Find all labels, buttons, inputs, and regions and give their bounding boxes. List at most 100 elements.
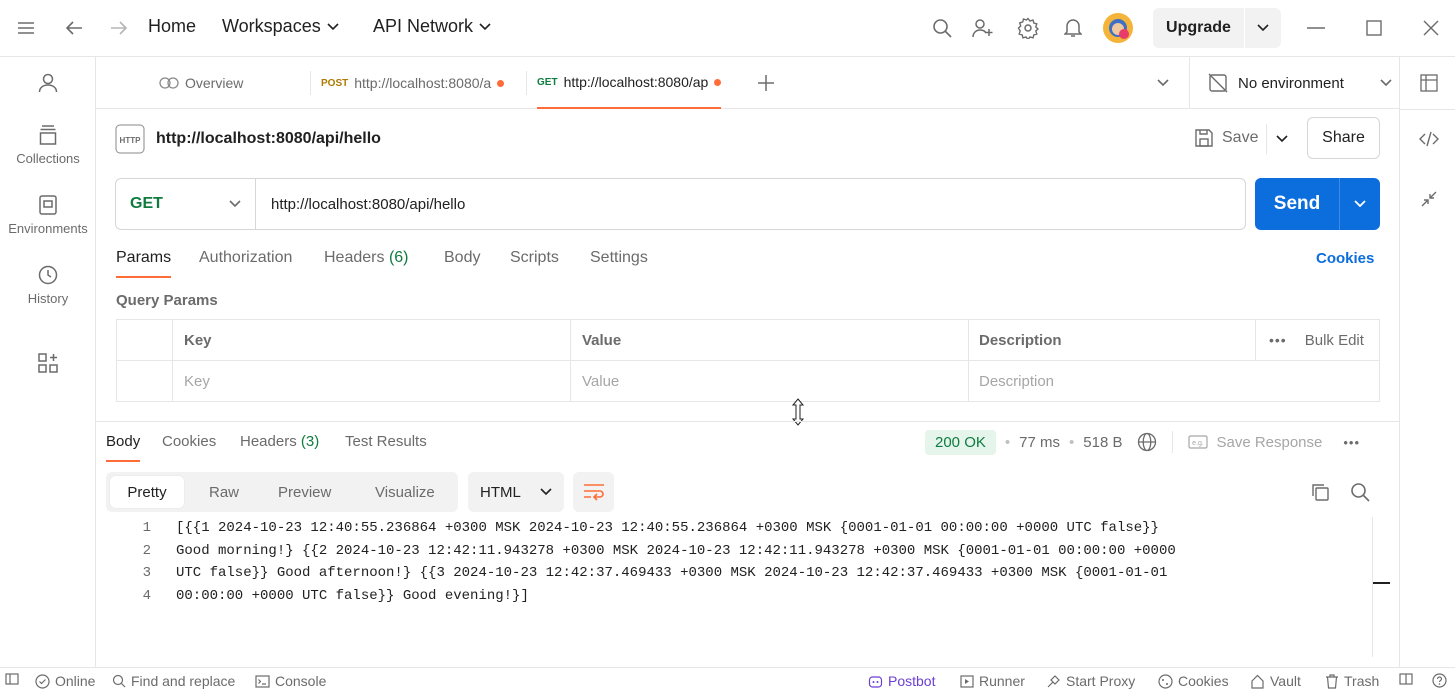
code-icon[interactable] <box>1418 128 1440 150</box>
chevron-down-icon <box>229 200 241 208</box>
method-selector[interactable]: GET <box>116 179 256 229</box>
settings-gear-icon[interactable] <box>1016 16 1040 40</box>
send-options-chevron-icon[interactable] <box>1340 200 1380 208</box>
maximize-icon[interactable] <box>1362 16 1386 40</box>
scrollbar[interactable] <box>1372 517 1373 657</box>
tab-authorization[interactable]: Authorization <box>199 249 292 267</box>
environment-selector[interactable]: No environment <box>1189 57 1399 109</box>
tab-post-request[interactable]: POST http://localhost:8080/a <box>321 57 505 109</box>
tab-test-results[interactable]: Test Results <box>345 433 427 450</box>
view-raw[interactable]: Raw <box>209 472 239 512</box>
tab-response-body[interactable]: Body <box>106 433 141 462</box>
runner-button[interactable]: Runner <box>960 673 1025 689</box>
line-number: 2 <box>142 542 151 559</box>
overview-icon <box>159 77 179 89</box>
bulk-edit-button[interactable]: Bulk Edit <box>1305 332 1364 349</box>
collapse-icon[interactable] <box>1418 188 1440 210</box>
more-options-icon[interactable]: ••• <box>1269 332 1287 348</box>
status-badge[interactable]: 200 OK <box>925 429 996 455</box>
format-selector[interactable]: HTML <box>468 472 564 512</box>
save-button[interactable]: Save <box>1194 128 1258 148</box>
save-response-button[interactable]: e.g. Save Response <box>1188 434 1322 451</box>
cookies-link[interactable]: Cookies <box>1316 250 1374 267</box>
response-time[interactable]: 77 ms <box>1019 434 1060 451</box>
method-label: GET <box>130 195 163 212</box>
view-visualize[interactable]: Visualize <box>375 472 435 512</box>
status-label: Trash <box>1344 673 1380 689</box>
postbot-button[interactable]: Postbot <box>868 673 935 689</box>
right-rail <box>1399 57 1455 667</box>
send-label: Send <box>1273 193 1321 214</box>
menu-icon[interactable] <box>14 17 38 39</box>
help-icon[interactable] <box>1432 673 1447 688</box>
divider <box>1400 109 1455 110</box>
pane-divider[interactable] <box>96 421 1399 422</box>
status-label: Vault <box>1270 673 1301 689</box>
tabs-overflow-chevron-icon[interactable] <box>1152 73 1174 93</box>
back-arrow-icon[interactable] <box>62 16 86 40</box>
sidebar-item-history[interactable]: History <box>0 265 96 306</box>
workspaces-menu[interactable]: Workspaces <box>222 16 339 37</box>
online-status[interactable]: Online <box>35 673 95 689</box>
tab-params[interactable]: Params <box>116 249 172 278</box>
view-preview[interactable]: Preview <box>278 472 331 512</box>
tab-overview[interactable]: Overview <box>159 57 243 109</box>
column-header-key: Key <box>184 331 212 349</box>
sidebar-item-environments[interactable]: Environments <box>0 195 96 236</box>
trash-button[interactable]: Trash <box>1325 673 1379 689</box>
tab-headers[interactable]: Headers (6) <box>324 249 409 267</box>
globe-icon[interactable] <box>1137 432 1157 452</box>
find-replace-button[interactable]: Find and replace <box>112 673 235 689</box>
vault-button[interactable]: Vault <box>1250 673 1301 689</box>
url-input[interactable] <box>256 180 1245 228</box>
request-title[interactable]: http://localhost:8080/api/hello <box>156 130 381 148</box>
home-link[interactable]: Home <box>148 16 196 37</box>
upgrade-button[interactable]: Upgrade <box>1153 8 1281 48</box>
add-workbench-icon <box>38 353 58 373</box>
forward-arrow-icon[interactable] <box>107 16 131 40</box>
scrollbar-thumb[interactable] <box>1373 582 1390 584</box>
tab-scripts[interactable]: Scripts <box>510 249 559 267</box>
console-button[interactable]: Console <box>255 673 326 689</box>
console-icon <box>255 674 270 688</box>
tab-get-request[interactable]: GET http://localhost:8080/ap <box>537 57 722 109</box>
layout-toggle-icon[interactable] <box>1399 673 1413 685</box>
search-response-icon[interactable] <box>1348 481 1372 503</box>
tab-response-headers[interactable]: Headers (3) <box>240 433 319 450</box>
close-icon[interactable] <box>1419 16 1443 40</box>
wrap-lines-button[interactable] <box>573 472 614 512</box>
send-button[interactable]: Send <box>1255 178 1380 230</box>
avatar[interactable] <box>1102 12 1134 44</box>
response-size[interactable]: 518 B <box>1083 434 1122 451</box>
variables-panel-icon[interactable] <box>1418 72 1440 94</box>
view-pretty[interactable]: Pretty <box>110 476 184 508</box>
description-input[interactable]: Description <box>979 361 1054 401</box>
api-network-menu[interactable]: API Network <box>373 16 491 37</box>
tab-body[interactable]: Body <box>444 249 480 267</box>
tab-settings[interactable]: Settings <box>590 249 648 267</box>
response-body-editor[interactable]: 1 [{{1 2024-10-23 12:40:55.236864 +0300 M… <box>106 517 1371 657</box>
sidebar-item-account[interactable] <box>0 73 96 93</box>
save-options-chevron-icon[interactable] <box>1270 128 1294 150</box>
sidebar-item-collections[interactable]: Collections <box>0 125 96 166</box>
invite-user-icon[interactable] <box>971 16 995 40</box>
tab-label: Test Results <box>345 433 427 450</box>
new-tab-plus-icon[interactable] <box>755 73 777 93</box>
toggle-sidebar-icon[interactable] <box>5 673 19 685</box>
minimize-icon[interactable] <box>1304 16 1328 40</box>
tab-response-cookies[interactable]: Cookies <box>162 433 216 450</box>
key-input[interactable]: Key <box>184 361 210 401</box>
more-options-icon[interactable]: ••• <box>1343 435 1360 450</box>
value-input[interactable]: Value <box>582 361 619 401</box>
tab-label: Settings <box>590 249 648 266</box>
chevron-down-icon[interactable] <box>1245 24 1281 32</box>
copy-icon[interactable] <box>1308 481 1332 503</box>
share-button[interactable]: Share <box>1307 117 1380 159</box>
column-divider <box>1255 320 1256 360</box>
search-icon[interactable] <box>930 16 954 40</box>
cookies-button[interactable]: Cookies <box>1158 673 1229 689</box>
sidebar-item-configure[interactable] <box>0 353 96 373</box>
notifications-bell-icon[interactable] <box>1061 16 1085 40</box>
sidebar-item-label: Collections <box>16 151 80 166</box>
start-proxy-button[interactable]: Start Proxy <box>1046 673 1135 689</box>
